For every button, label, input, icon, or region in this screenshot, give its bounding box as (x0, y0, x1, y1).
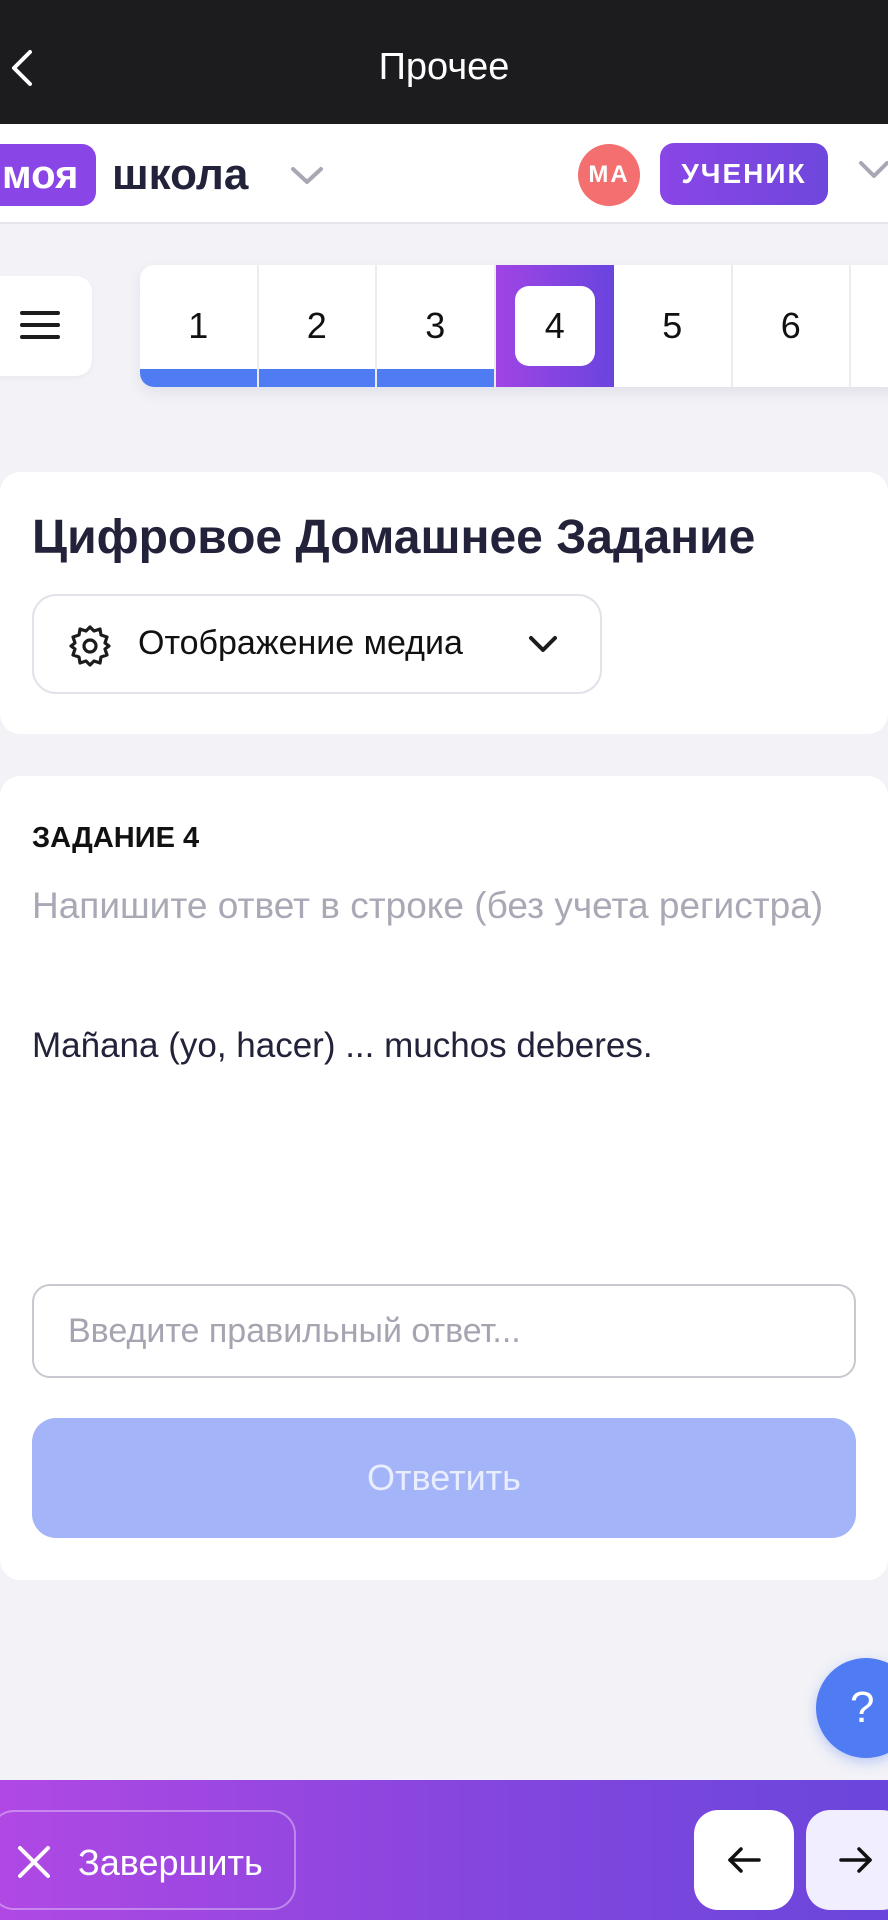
question-tab-1[interactable]: 1 (140, 265, 259, 387)
task-number: ЗАДАНИЕ 4 (32, 822, 200, 854)
question-navigation: 1 2 3 4 5 6 (140, 265, 888, 387)
finish-label: Завершить (78, 1842, 263, 1883)
task-instruction: Напишите ответ в строке (без учета регис… (32, 885, 824, 926)
question-tab-4[interactable]: 4 (495, 265, 614, 387)
chevron-down-icon (529, 636, 557, 652)
arrow-right-icon (839, 1847, 872, 1873)
task-text: Mañana (yo, hacer) ... muchos deberes. (32, 1026, 653, 1065)
question-tab-6[interactable]: 6 (733, 265, 851, 387)
gear-icon (69, 625, 111, 667)
next-question-button[interactable] (806, 1810, 888, 1910)
homework-header-card: Цифровое Домашнее Задание Отображение ме… (0, 472, 888, 734)
logo-shkola[interactable]: школа (112, 144, 248, 206)
question-tab-5[interactable]: 5 (614, 265, 733, 387)
media-display-label: Отображение медиа (138, 624, 463, 662)
page-title: Цифровое Домашнее Задание (32, 511, 756, 564)
media-display-dropdown[interactable]: Отображение медиа (32, 594, 602, 694)
menu-button[interactable] (0, 276, 92, 376)
task-card: ЗАДАНИЕ 4 Напишите ответ в строке (без у… (0, 776, 888, 1580)
bottom-action-bar: Завершить (0, 1780, 888, 1920)
logo-moya[interactable]: моя (0, 144, 97, 206)
answer-input[interactable] (32, 1284, 856, 1378)
close-icon (18, 1846, 50, 1878)
top-bar: Прочее (0, 0, 888, 124)
chevron-down-icon[interactable] (290, 166, 324, 186)
hamburger-menu-icon (20, 311, 60, 339)
question-tab-3[interactable]: 3 (377, 265, 496, 387)
profile-chevron-down-icon[interactable] (858, 160, 888, 180)
submit-answer-button[interactable]: Ответить (32, 1418, 856, 1538)
finish-button[interactable]: Завершить (0, 1810, 296, 1910)
help-button[interactable]: ? (816, 1658, 888, 1758)
avatar[interactable]: МА (578, 144, 640, 206)
screen-title: Прочее (378, 46, 510, 88)
arrow-left-icon (728, 1847, 761, 1873)
app-header: моя школа МА УЧЕНИК (0, 124, 888, 224)
question-tab-2[interactable]: 2 (258, 265, 377, 387)
role-badge[interactable]: УЧЕНИК (660, 143, 828, 205)
previous-question-button[interactable] (694, 1810, 794, 1910)
